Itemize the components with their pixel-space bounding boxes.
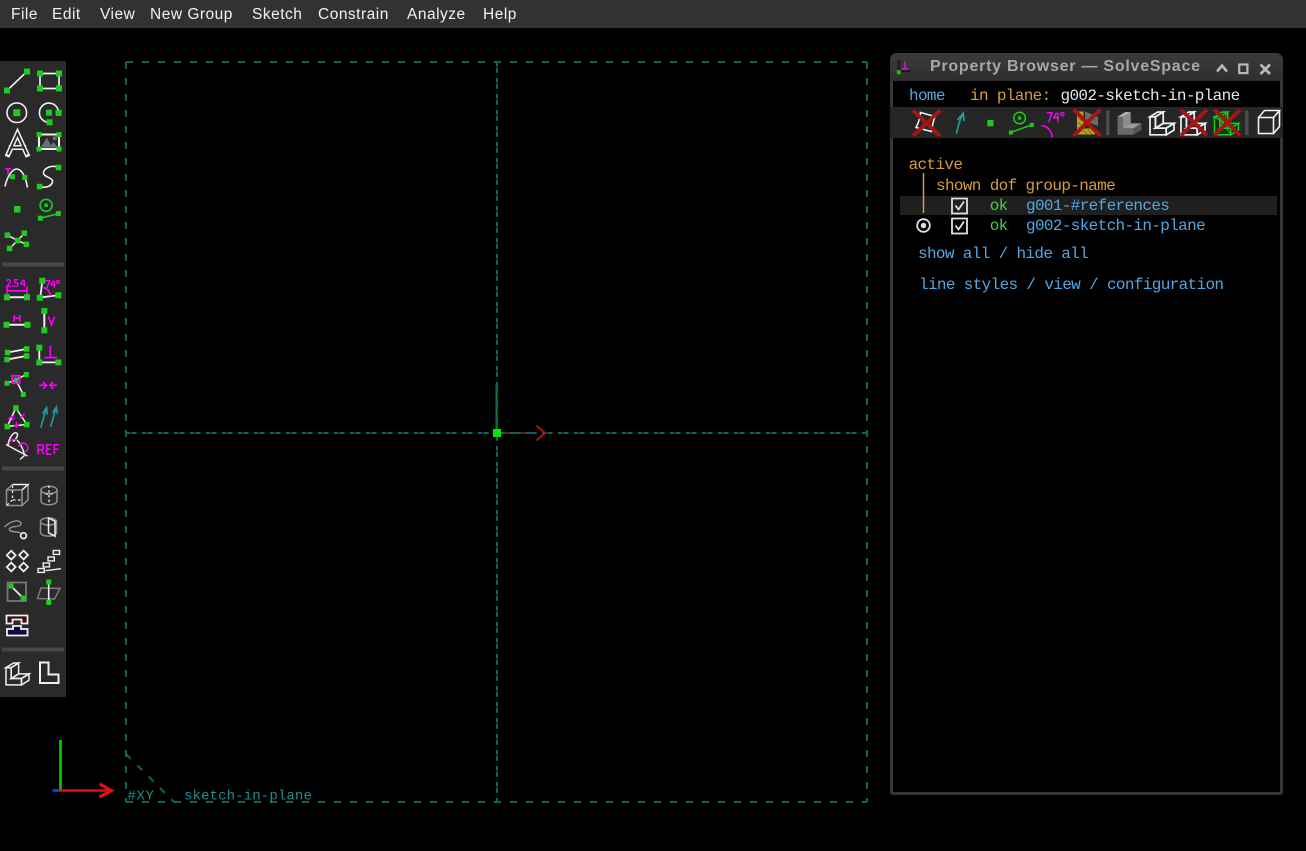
svg-text:#XY: #XY [128, 789, 155, 805]
svg-text:sketch-in-plane: sketch-in-plane [184, 789, 312, 805]
